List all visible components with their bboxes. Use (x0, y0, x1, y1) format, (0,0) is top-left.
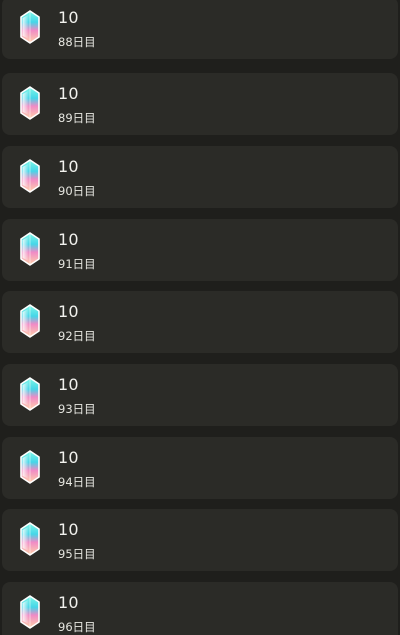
reward-amount: 10 (58, 520, 79, 539)
reward-day: 91日目 (58, 257, 96, 271)
reward-row[interactable]: 10 95日目 (2, 509, 398, 571)
crystal-icon (20, 595, 40, 629)
reward-row[interactable]: 10 88日目 (2, 0, 398, 59)
reward-day: 94日目 (58, 475, 96, 489)
reward-day: 89日目 (58, 111, 96, 125)
reward-day: 93日目 (58, 402, 96, 416)
reward-row[interactable]: 10 89日目 (2, 73, 398, 135)
crystal-icon (20, 450, 40, 484)
reward-amount: 10 (58, 593, 79, 612)
crystal-icon (20, 159, 40, 193)
reward-row[interactable]: 10 94日目 (2, 437, 398, 499)
reward-day: 96日目 (58, 620, 96, 634)
reward-row[interactable]: 10 90日目 (2, 146, 398, 208)
reward-day: 90日目 (58, 184, 96, 198)
reward-amount: 10 (58, 375, 79, 394)
reward-amount: 10 (58, 157, 79, 176)
crystal-icon (20, 10, 40, 44)
reward-amount: 10 (58, 448, 79, 467)
reward-day: 92日目 (58, 329, 96, 343)
crystal-icon (20, 377, 40, 411)
crystal-icon (20, 232, 40, 266)
reward-day: 95日目 (58, 547, 96, 561)
crystal-icon (20, 304, 40, 338)
reward-amount: 10 (58, 230, 79, 249)
crystal-icon (20, 522, 40, 556)
reward-row[interactable]: 10 93日目 (2, 364, 398, 426)
reward-amount: 10 (58, 8, 79, 27)
reward-row[interactable]: 10 96日目 (2, 582, 398, 635)
reward-row[interactable]: 10 92日目 (2, 291, 398, 353)
reward-amount: 10 (58, 84, 79, 103)
reward-list: 10 88日目 10 89日目 10 90日目 10 91日目 10 92日目 … (0, 0, 400, 635)
crystal-icon (20, 86, 40, 120)
reward-amount: 10 (58, 302, 79, 321)
reward-day: 88日目 (58, 35, 96, 49)
reward-row[interactable]: 10 91日目 (2, 219, 398, 281)
